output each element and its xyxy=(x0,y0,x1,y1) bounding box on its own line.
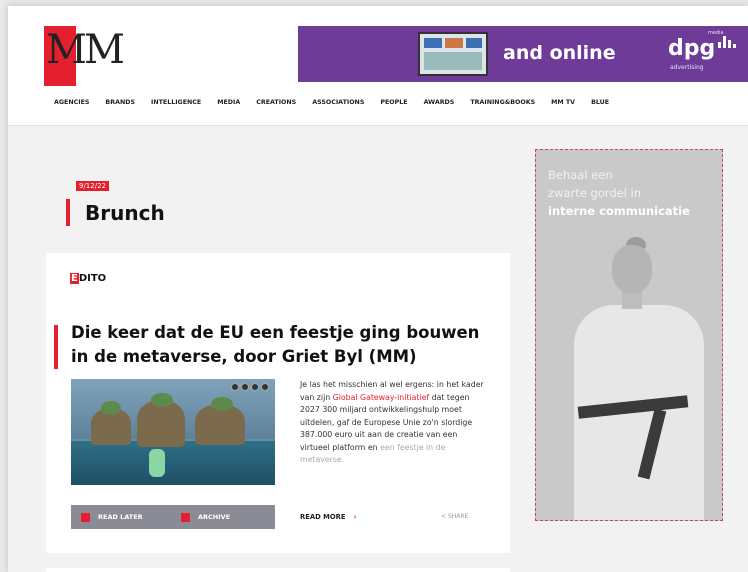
ad-line-2: zwarte gordel in xyxy=(548,186,642,200)
main-nav: AGENCIES BRANDS INTELLIGENCE MEDIA CREAT… xyxy=(54,99,625,113)
browser-frame: MM and online dpg media advertising AGEN… xyxy=(8,6,748,572)
read-later-label: READ LATER xyxy=(98,513,143,521)
dpg-media-label: media xyxy=(708,30,724,36)
category-initial: E xyxy=(70,273,79,284)
karate-person-image xyxy=(566,237,716,520)
nav-item-people[interactable]: PEOPLE xyxy=(380,99,407,113)
nav-item-creations[interactable]: CREATIONS xyxy=(256,99,296,113)
share-button[interactable]: < SHARE xyxy=(441,513,468,520)
global-gateway-link[interactable]: Global Gateway-initiatief xyxy=(333,393,430,402)
article-card: EDITO Die keer dat de EU een feestje gin… xyxy=(46,253,510,553)
dpg-logo: dpg xyxy=(668,36,716,61)
bookmark-icon xyxy=(81,512,90,522)
mm-logo[interactable]: MM xyxy=(44,24,125,90)
thumbnail-avatar xyxy=(149,449,165,477)
chevron-right-icon: › xyxy=(353,513,357,521)
nav-item-intelligence[interactable]: INTELLIGENCE xyxy=(151,99,201,113)
archive-icon xyxy=(181,512,190,522)
share-icon: < xyxy=(441,513,448,520)
nav-item-media[interactable]: MEDIA xyxy=(217,99,240,113)
dpg-advertising-label: advertising xyxy=(670,64,704,71)
read-later-button[interactable]: READ LATER xyxy=(81,512,171,522)
thumbnail-toolbar xyxy=(231,383,269,391)
nav-item-blue[interactable]: BLUE xyxy=(591,99,609,113)
thumbnail-water xyxy=(71,441,275,485)
section-title-accent xyxy=(66,199,70,226)
thumbnail-rock xyxy=(195,405,245,445)
nav-item-agencies[interactable]: AGENCIES xyxy=(54,99,89,113)
thumbnail-tree xyxy=(151,393,173,407)
dpg-banner-ad[interactable]: and online dpg media advertising xyxy=(298,26,748,82)
archive-label: ARCHIVE xyxy=(198,513,231,521)
ad-line-3: interne communicatie xyxy=(548,204,690,218)
read-more-label: READ MORE xyxy=(300,513,346,521)
site-header: MM and online dpg media advertising AGEN… xyxy=(8,6,748,126)
archive-button[interactable]: ARCHIVE xyxy=(181,512,271,522)
nav-item-training-books[interactable]: TRAINING&BOOKS xyxy=(470,99,535,113)
nav-item-mm-tv[interactable]: MM TV xyxy=(551,99,575,113)
nav-item-brands[interactable]: BRANDS xyxy=(105,99,135,113)
thumbnail-rock xyxy=(137,401,185,447)
thumbnail-tree xyxy=(101,401,121,415)
sidebar-ad[interactable]: Behaal een zwarte gordel in interne comm… xyxy=(535,149,723,521)
dpg-bars-icon xyxy=(718,34,736,48)
section-title: Brunch xyxy=(85,201,165,225)
share-label: SHARE xyxy=(447,513,469,520)
read-more-link[interactable]: READ MORE › xyxy=(300,513,356,521)
article-actions-bar: READ LATER ARCHIVE xyxy=(71,505,275,529)
article-excerpt: Je las het misschien al wel ergens: in h… xyxy=(300,379,486,467)
banner-online-text: and online xyxy=(503,42,616,64)
person-head xyxy=(612,245,652,293)
thumbnail-tree xyxy=(211,397,233,411)
next-article-card xyxy=(46,568,510,572)
article-thumbnail[interactable] xyxy=(71,379,275,485)
category-rest: DITO xyxy=(78,273,107,284)
nav-item-awards[interactable]: AWARDS xyxy=(424,99,455,113)
date-badge: 9/12/22 xyxy=(76,181,109,191)
category-label[interactable]: EDITO xyxy=(70,273,106,284)
headline-accent xyxy=(54,325,58,369)
ad-line-1: Behaal een xyxy=(548,168,613,182)
laptop-screenshot-icon xyxy=(418,32,488,76)
article-headline[interactable]: Die keer dat de EU een feestje ging bouw… xyxy=(71,321,491,369)
nav-item-associations[interactable]: ASSOCIATIONS xyxy=(312,99,364,113)
logo-text: MM xyxy=(46,27,125,73)
